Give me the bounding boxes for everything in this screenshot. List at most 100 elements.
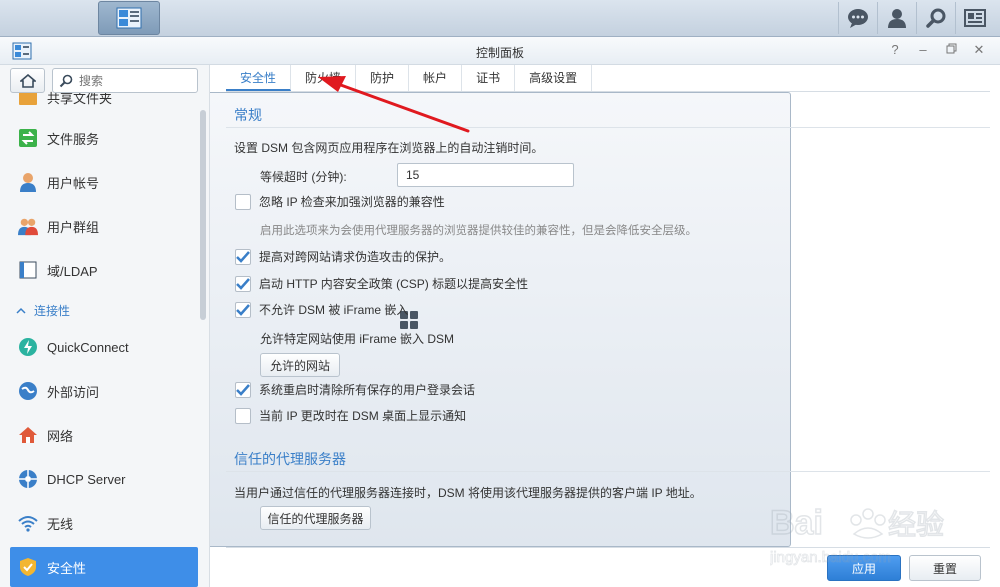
tab-firewall[interactable]: 防火墙 <box>291 65 357 91</box>
group-icon <box>18 216 38 236</box>
checkbox-label: 不允许 DSM 被 iFrame 嵌入 <box>259 303 409 317</box>
user-icon <box>888 9 906 28</box>
user-button[interactable] <box>877 2 916 34</box>
search-button[interactable] <box>916 2 955 34</box>
sidebar-search[interactable] <box>52 68 198 93</box>
sidebar-item-domain-ldap[interactable]: 域/LDAP <box>10 250 198 290</box>
checkbox-row-ip-notify[interactable]: 当前 IP 更改时在 DSM 桌面上显示通知 <box>235 407 466 424</box>
quickconnect-icon <box>18 337 38 357</box>
ignore-ip-checkbox[interactable] <box>235 193 251 210</box>
svg-text:jingyan.baidu.com: jingyan.baidu.com <box>770 549 891 566</box>
sidebar-item-label: 域/LDAP <box>47 263 98 279</box>
checkmark-icon <box>236 383 250 396</box>
checkbox-row-iframe[interactable]: 不允许 DSM 被 iFrame 嵌入 <box>235 301 408 318</box>
file-services-icon <box>18 128 38 148</box>
checkbox-label: 当前 IP 更改时在 DSM 桌面上显示通知 <box>259 409 467 423</box>
tab-certificate[interactable]: 证书 <box>462 65 516 91</box>
tab-security[interactable]: 安全性 <box>226 65 292 91</box>
svg-text:Bai: Bai <box>770 504 823 542</box>
sidebar-item-label: 文件服务 <box>47 131 100 147</box>
search-input[interactable] <box>79 73 189 88</box>
ip-notify-checkbox[interactable] <box>235 407 251 424</box>
sidebar-item-label: 无线 <box>47 516 74 532</box>
search-icon <box>926 8 946 28</box>
sidebar-item-label: 网络 <box>47 428 74 444</box>
sidebar-item-label: 安全性 <box>47 560 87 576</box>
widget-icon <box>964 9 986 27</box>
proxy-description: 当用户通过信任的代理服务器连接时，DSM 将使用该代理服务器提供的客户端 IP … <box>234 486 702 500</box>
home-button[interactable] <box>10 68 45 93</box>
tab-protection[interactable]: 防护 <box>356 65 410 91</box>
baidu-watermark: Bai 经验 jingyan.baidu.com <box>769 500 960 570</box>
help-icon[interactable]: ? <box>888 42 902 58</box>
checkmark-icon <box>236 277 250 290</box>
home-icon <box>19 73 36 88</box>
checkmark-icon <box>236 250 250 263</box>
chevron-up-icon <box>16 304 26 318</box>
sidebar: 共享文件夹 文件服务 用户帐号 用户群组 域/LDAP 连接性 QuickCon… <box>0 65 210 587</box>
sidebar-item-wireless[interactable]: 无线 <box>10 503 198 543</box>
sidebar-item-user[interactable]: 用户帐号 <box>10 162 198 202</box>
maximize-icon[interactable] <box>944 42 958 58</box>
sidebar-item-label: QuickConnect <box>47 339 129 355</box>
main-content: 常规 设置 DSM 包含网页应用程序在浏览器上的自动注销时间。 等候超时 (分钟… <box>226 92 990 547</box>
dhcp-icon <box>18 469 38 489</box>
checkbox-row-csp[interactable]: 启动 HTTP 内容安全政策 (CSP) 标题以提高安全性 <box>235 275 528 292</box>
sidebar-item-label: DHCP Server <box>47 471 126 487</box>
checkbox-row-ignore-ip[interactable]: 忽略 IP 检查来加强浏览器的兼容性 <box>235 193 445 210</box>
checkbox-label: 提高对跨网站请求伪造攻击的保护。 <box>259 250 452 264</box>
checkbox-label: 启动 HTTP 内容安全政策 (CSP) 标题以提高安全性 <box>259 277 529 291</box>
checkbox-label: 忽略 IP 检查来加强浏览器的兼容性 <box>259 195 445 209</box>
allowed-sites-button[interactable]: 允许的网站 <box>260 353 340 377</box>
checkmark-icon <box>236 303 250 316</box>
csp-checkbox[interactable] <box>235 275 251 292</box>
sidebar-scrollbar[interactable] <box>200 110 206 320</box>
checkbox-row-clear-sessions[interactable]: 系统重启时清除所有保存的用户登录会话 <box>235 381 475 398</box>
network-icon <box>18 425 38 445</box>
general-description: 设置 DSM 包含网页应用程序在浏览器上的自动注销时间。 <box>234 141 544 155</box>
minimize-icon[interactable]: – <box>916 42 930 58</box>
clear-sessions-checkbox[interactable] <box>235 381 251 398</box>
timeout-input[interactable] <box>397 163 574 187</box>
window-title: 控制面板 <box>475 46 524 60</box>
sidebar-item-label: 用户群组 <box>47 219 100 235</box>
sidebar-section-connectivity[interactable]: 连接性 <box>16 302 70 319</box>
trusted-proxy-button[interactable]: 信任的代理服务器 <box>260 506 371 530</box>
sidebar-item-label: 外部访问 <box>47 384 100 400</box>
taskbar-control-panel-button[interactable] <box>98 1 160 35</box>
svg-text:经验: 经验 <box>888 508 944 541</box>
domain-icon <box>18 260 38 280</box>
external-access-icon <box>18 381 38 401</box>
sidebar-item-group[interactable]: 用户群组 <box>10 206 198 246</box>
sidebar-item-quickconnect[interactable]: QuickConnect <box>10 327 198 367</box>
tab-advanced[interactable]: 高级设置 <box>515 65 593 91</box>
section-title-proxy: 信任的代理服务器 <box>234 451 346 467</box>
iframe-checkbox[interactable] <box>235 301 251 318</box>
divider <box>226 471 990 472</box>
sidebar-item-network[interactable]: 网络 <box>10 415 198 455</box>
window-titlebar: 控制面板 ? – ✕ <box>0 37 1000 65</box>
sidebar-item-external-access[interactable]: 外部访问 <box>10 371 198 411</box>
tab-account[interactable]: 帐户 <box>409 65 463 91</box>
sidebar-item-security[interactable]: 安全性 <box>10 547 198 587</box>
ignore-ip-hint: 启用此选项来为会使用代理服务器的浏览器提供较佳的兼容性，但是会降低安全层级。 <box>260 225 697 237</box>
widget-button[interactable] <box>955 2 994 34</box>
close-icon[interactable]: ✕ <box>972 42 986 58</box>
taskbar <box>0 0 1000 547</box>
chat-button[interactable] <box>838 2 877 34</box>
user-icon <box>18 172 38 192</box>
checkbox-row-csrf[interactable]: 提高对跨网站请求伪造攻击的保护。 <box>235 248 451 265</box>
iframe-allow-text: 允许特定网站使用 iFrame 嵌入 DSM <box>260 332 455 346</box>
timeout-label: 等候超时 (分钟): <box>260 170 347 184</box>
search-icon <box>59 74 73 87</box>
section-title-general: 常规 <box>234 107 262 123</box>
sidebar-item-file-services[interactable]: 文件服务 <box>10 118 198 158</box>
checkbox-label: 系统重启时清除所有保存的用户登录会话 <box>259 383 476 397</box>
tab-bar: 安全性 防火墙 防护 帐户 证书 高级设置 <box>226 65 593 91</box>
divider <box>226 127 990 128</box>
csrf-checkbox[interactable] <box>235 248 251 265</box>
sidebar-item-label: 用户帐号 <box>47 175 100 191</box>
sidebar-item-dhcp[interactable]: DHCP Server <box>10 459 198 499</box>
control-panel-icon <box>116 7 142 29</box>
wireless-icon <box>18 513 38 533</box>
